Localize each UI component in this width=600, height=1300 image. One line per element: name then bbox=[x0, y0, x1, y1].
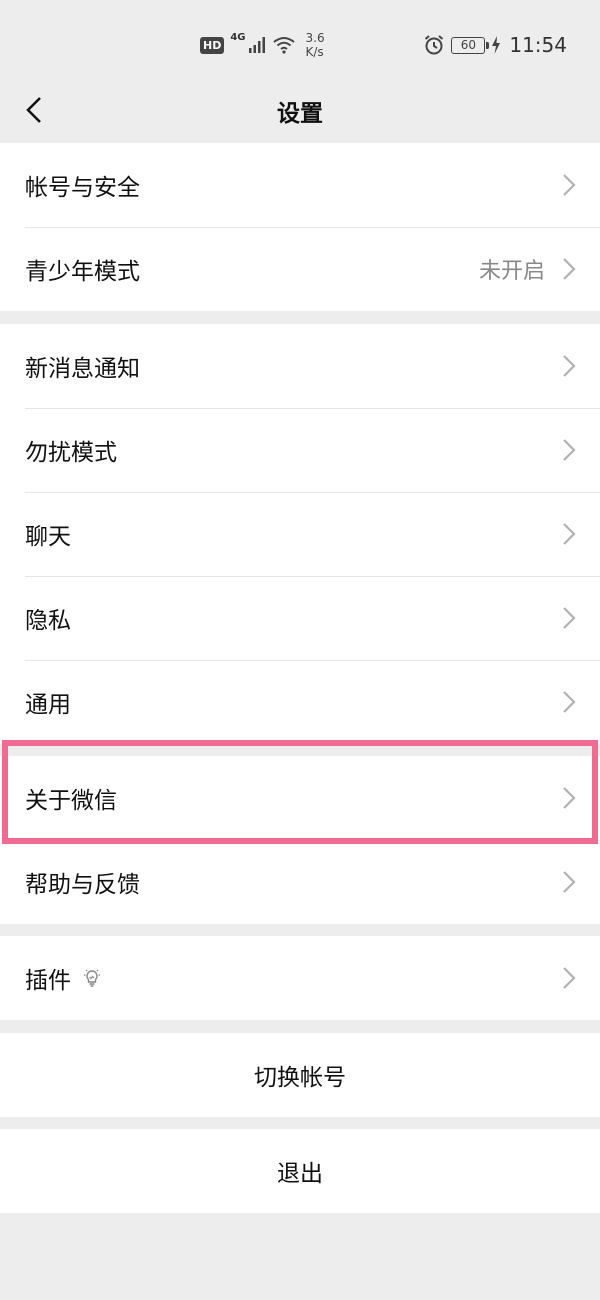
switch-account-label: 切换帐号 bbox=[254, 1065, 346, 1091]
settings-group-general: 新消息通知 勿扰模式 聊天 隐私 通用 bbox=[0, 324, 600, 744]
settings-item-label: 隐私 bbox=[25, 608, 71, 634]
network-speed: 3.6 K/s bbox=[306, 31, 325, 59]
settings-item-label: 勿扰模式 bbox=[25, 440, 117, 466]
settings-item-plugins[interactable]: 插件 bbox=[0, 936, 600, 1020]
settings-item-notifications[interactable]: 新消息通知 bbox=[0, 324, 600, 408]
alarm-clock-icon bbox=[425, 35, 444, 55]
settings-item-about-wechat[interactable]: 关于微信 bbox=[0, 756, 600, 840]
chevron-right-icon bbox=[563, 691, 576, 713]
switch-account-button[interactable]: 切换帐号 bbox=[0, 1033, 600, 1117]
network-type: 4G bbox=[230, 32, 246, 43]
logout-button[interactable]: 退出 bbox=[0, 1129, 600, 1213]
settings-item-general[interactable]: 通用 bbox=[0, 660, 600, 744]
settings-item-account-security[interactable]: 帐号与安全 bbox=[0, 143, 600, 227]
settings-item-label: 帐号与安全 bbox=[25, 175, 140, 201]
settings-item-label: 通用 bbox=[25, 692, 71, 718]
settings-item-privacy[interactable]: 隐私 bbox=[0, 576, 600, 660]
logout-label: 退出 bbox=[277, 1161, 323, 1187]
settings-item-label: 帮助与反馈 bbox=[25, 872, 140, 898]
status-bar-left: HD 4G 3.6 K/s bbox=[200, 30, 325, 60]
chevron-right-icon bbox=[563, 355, 576, 377]
chevron-right-icon bbox=[563, 967, 576, 989]
chevron-right-icon bbox=[563, 258, 576, 280]
settings-item-label: 聊天 bbox=[25, 524, 71, 550]
wifi-icon bbox=[272, 37, 295, 54]
lightbulb-icon bbox=[83, 968, 101, 988]
chevron-right-icon bbox=[563, 871, 576, 893]
status-bar: HD 4G 3.6 K/s 60 11:54 bbox=[0, 0, 600, 80]
settings-item-label: 关于微信 bbox=[25, 788, 117, 814]
signal-bars-icon bbox=[248, 37, 265, 53]
settings-group-account: 帐号与安全 青少年模式 未开启 bbox=[0, 143, 600, 311]
settings-item-do-not-disturb[interactable]: 勿扰模式 bbox=[0, 408, 600, 492]
teen-mode-status: 未开启 bbox=[478, 259, 545, 284]
chevron-right-icon bbox=[563, 787, 576, 809]
chevron-right-icon bbox=[563, 174, 576, 196]
settings-item-label: 插件 bbox=[25, 968, 71, 994]
settings-item-teen-mode[interactable]: 青少年模式 未开启 bbox=[0, 227, 600, 311]
status-bar-right: 60 11:54 bbox=[423, 30, 567, 60]
settings-group-about: 关于微信 帮助与反馈 bbox=[0, 756, 600, 924]
speed-value: 3.6 bbox=[305, 31, 325, 45]
speed-unit: K/s bbox=[305, 45, 324, 59]
hd-badge: HD bbox=[200, 36, 225, 54]
chevron-right-icon bbox=[563, 607, 576, 629]
settings-item-label: 青少年模式 bbox=[25, 259, 140, 285]
lightning-icon bbox=[492, 36, 501, 54]
chevron-right-icon bbox=[563, 439, 576, 461]
nav-bar: 设置 bbox=[0, 80, 600, 142]
settings-item-help-feedback[interactable]: 帮助与反馈 bbox=[0, 840, 600, 924]
settings-item-label: 新消息通知 bbox=[25, 356, 140, 382]
chevron-right-icon bbox=[563, 523, 576, 545]
settings-group-plugins: 插件 bbox=[0, 936, 600, 1020]
clock: 11:54 bbox=[509, 33, 567, 57]
page-title: 设置 bbox=[277, 101, 323, 127]
settings-item-chat[interactable]: 聊天 bbox=[0, 492, 600, 576]
battery-indicator: 60 bbox=[451, 36, 490, 54]
